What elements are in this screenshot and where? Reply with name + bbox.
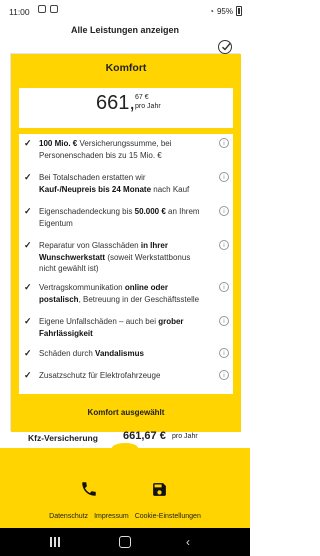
feature-text-segment: Vertragskommunikation: [39, 283, 125, 292]
home-icon[interactable]: [119, 536, 131, 548]
system-navigation-bar: ‹: [0, 528, 250, 556]
battery-percent: 95%: [216, 6, 233, 16]
info-icon[interactable]: i: [219, 316, 229, 326]
info-icon[interactable]: i: [219, 172, 229, 182]
summary-price: 661,67 €: [123, 430, 166, 442]
info-icon[interactable]: i: [219, 348, 229, 358]
feature-text: Eigene Unfallschäden – auch bei grober F…: [39, 316, 204, 339]
system-icons: ◔ 95%: [209, 6, 242, 16]
save-icon[interactable]: [151, 481, 168, 503]
check-icon: ✓: [24, 240, 32, 250]
info-icon[interactable]: i: [219, 282, 229, 292]
tariff-card: Komfort 661, 67 € pro Jahr ✓ 100 Mio. € …: [10, 53, 241, 432]
feature-highlight: 100 Mio. €: [39, 139, 78, 148]
notification-icons: [38, 5, 58, 13]
info-icon[interactable]: i: [219, 240, 229, 250]
status-time: 11:00: [9, 7, 30, 17]
check-icon: ✓: [24, 282, 32, 292]
wifi-icon: ◔: [209, 6, 214, 16]
feature-text-segment: Eigenschadendeckung bis: [39, 207, 135, 216]
footer-links: Datenschutz Impressum Cookie-Einstellung…: [0, 513, 250, 520]
battery-icon: [236, 6, 242, 16]
price-cents: 67 €: [135, 94, 149, 101]
feature-highlight: Vandalismus: [95, 349, 144, 358]
check-icon: ✓: [24, 206, 32, 216]
tariff-header: Komfort: [11, 54, 241, 82]
info-icon[interactable]: i: [219, 206, 229, 216]
check-icon: ✓: [24, 138, 32, 148]
feature-text: Zusatzschutz für Elektrofahrzeuge: [39, 370, 204, 382]
feature-text-segment: Zusatzschutz für Elektrofahrzeuge: [39, 371, 161, 380]
show-all-services-link[interactable]: Alle Leistungen anzeigen: [0, 25, 250, 35]
feature-highlight: 50.000 €: [134, 207, 166, 216]
info-icon[interactable]: i: [219, 138, 229, 148]
select-check-icon[interactable]: [218, 40, 232, 54]
feature-text: Reparatur von Glasschäden in Ihrer Wunsc…: [39, 240, 204, 275]
price-unit: pro Jahr: [135, 103, 161, 110]
summary-title: Kfz-Versicherung: [28, 433, 98, 443]
feature-highlight: Kauf-/Neupreis bis 24 Monate: [39, 184, 152, 194]
cookie-settings-link[interactable]: Cookie-Einstellungen: [135, 513, 201, 520]
feature-text: 100 Mio. € Versicherungssumme, bei Perso…: [39, 138, 204, 161]
info-icon[interactable]: i: [219, 370, 229, 380]
feature-text-segment: Eigene Unfallschäden – auch bei: [39, 317, 159, 326]
feature-text: Bei Totalschaden erstatten wir Kauf-/Neu…: [39, 172, 204, 195]
feature-text-segment: Reparatur von Glasschäden: [39, 241, 141, 250]
imprint-link[interactable]: Impressum: [94, 513, 129, 520]
check-icon: ✓: [24, 348, 32, 358]
feature-text-segment: nach Kauf: [151, 184, 190, 194]
check-icon: ✓: [24, 172, 32, 182]
feature-text: Eigenschadendeckung bis 50.000 € an Ihre…: [39, 206, 204, 229]
summary-unit: pro Jahr: [172, 433, 198, 440]
status-bar: 11:00 ◔ 95%: [0, 0, 250, 22]
check-icon: ✓: [24, 370, 32, 380]
feature-text-segment: Schäden durch: [39, 349, 96, 358]
tariff-title: Komfort: [105, 62, 147, 74]
back-icon[interactable]: ‹: [186, 535, 190, 549]
check-icon: ✓: [24, 316, 32, 326]
phone-icon[interactable]: [80, 480, 98, 503]
feature-text: Schäden durch Vandalismus: [39, 348, 204, 360]
price-main: 661,: [96, 92, 135, 114]
feature-text-segment: Bei Totalschaden erstatten wir: [39, 173, 146, 182]
tariff-selected-button[interactable]: Komfort ausgewählt: [11, 399, 241, 427]
privacy-link[interactable]: Datenschutz: [49, 513, 88, 520]
feature-text-segment: , Betreuung in der Geschäftsstelle: [78, 294, 200, 304]
feature-text: Vertragskommunikation online oder postal…: [39, 282, 204, 305]
recent-apps-icon[interactable]: [50, 537, 60, 547]
